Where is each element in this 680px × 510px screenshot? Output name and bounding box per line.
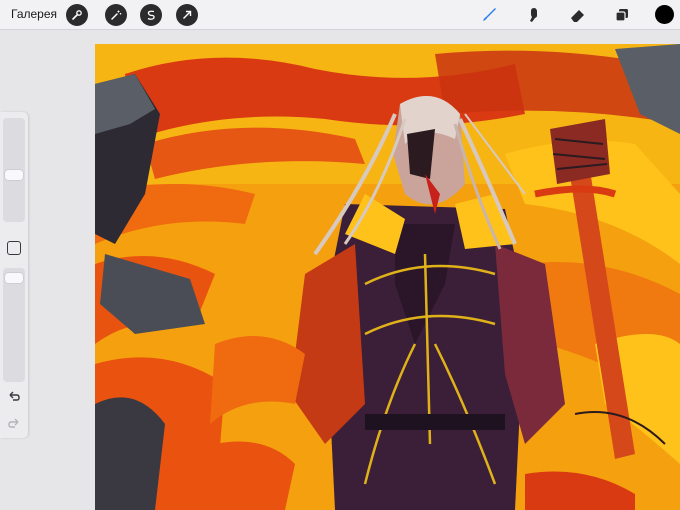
transform-arrow-icon[interactable] (176, 4, 198, 26)
brush-size-slider[interactable] (3, 118, 25, 222)
layers-icon[interactable] (611, 4, 633, 26)
redo-icon[interactable] (6, 417, 22, 429)
selection-icon[interactable] (140, 4, 162, 26)
drawing-canvas[interactable] (95, 44, 680, 510)
left-sidebar (0, 112, 28, 438)
color-picker-swatch[interactable] (655, 5, 674, 24)
smudge-icon[interactable] (523, 4, 545, 26)
brush-size-thumb[interactable] (5, 170, 23, 180)
brush-icon[interactable] (478, 4, 500, 26)
wrench-icon[interactable] (66, 4, 88, 26)
gallery-button[interactable]: Галерея (11, 7, 57, 21)
eraser-icon[interactable] (566, 4, 588, 26)
top-toolbar: Галерея (0, 0, 680, 30)
modify-button[interactable] (7, 241, 21, 255)
magic-wand-icon[interactable] (105, 4, 127, 26)
artwork (95, 44, 680, 510)
opacity-slider[interactable] (3, 268, 25, 382)
opacity-thumb[interactable] (5, 273, 23, 283)
undo-icon[interactable] (6, 390, 22, 402)
